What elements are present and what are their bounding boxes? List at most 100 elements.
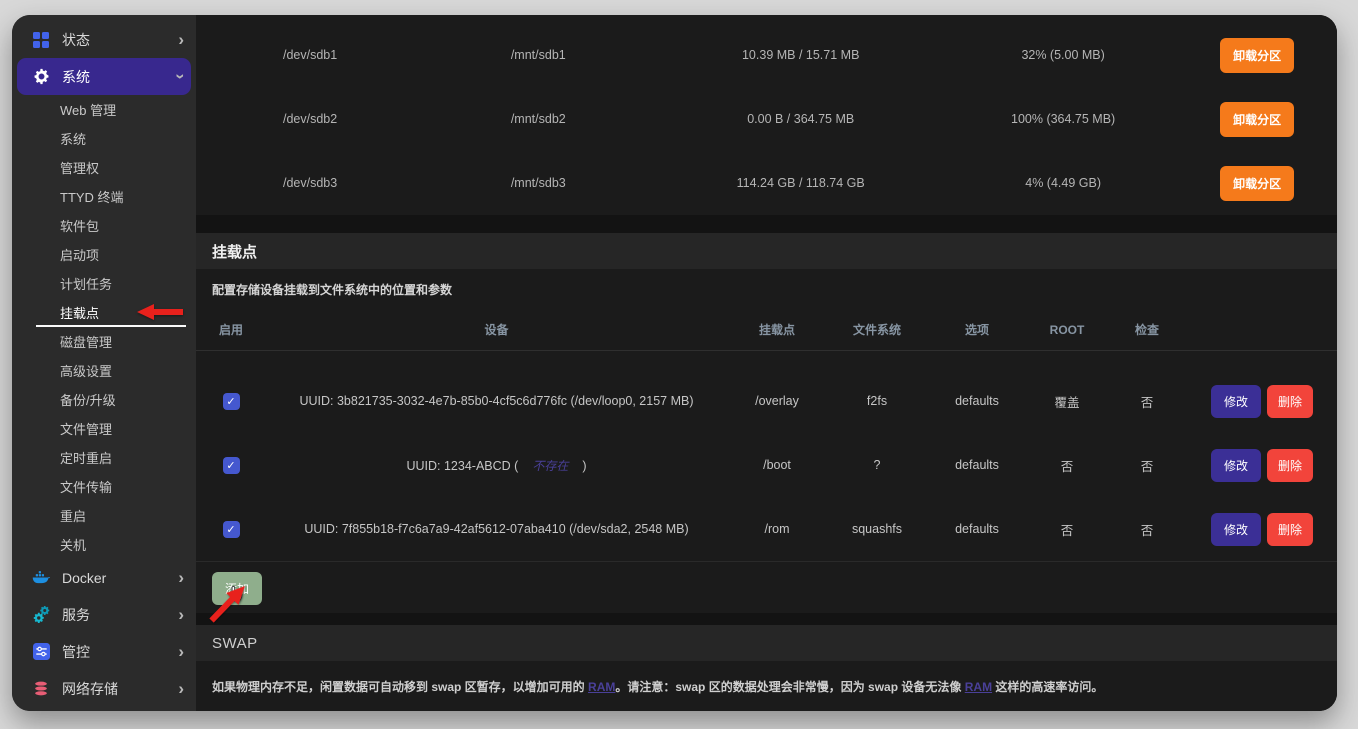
options-cell: defaults xyxy=(927,458,1027,472)
usage-cell: 10.39 MB / 15.71 MB xyxy=(652,48,949,62)
chevron-down-icon: › xyxy=(173,74,190,80)
sidebar-item-scheduled-reboot[interactable]: 定时重启 xyxy=(12,443,196,472)
sidebar-item-system-sub[interactable]: 系统 xyxy=(12,124,196,153)
page-title: 挂载点 xyxy=(212,241,257,262)
unmount-partition-button[interactable]: 卸载分区 xyxy=(1220,38,1294,73)
sidebar-item-label: 系统 xyxy=(62,67,178,87)
sidebar-item-file-manage[interactable]: 文件管理 xyxy=(12,414,196,443)
mount-point-cell: /rom xyxy=(727,522,827,536)
chevron-right-icon: › xyxy=(178,680,184,697)
options-cell: defaults xyxy=(927,522,1027,536)
gear-icon xyxy=(32,68,50,86)
swap-title: SWAP xyxy=(212,635,258,652)
partitions-panel: /dev/sdb1 /mnt/sdb1 10.39 MB / 15.71 MB … xyxy=(196,15,1337,215)
device-cell: UUID: 3b821735-3032-4e7b-85b0-4cf5c6d776… xyxy=(266,394,727,408)
filesystem-cell: f2fs xyxy=(827,394,927,408)
section-footer: 添加 xyxy=(196,561,1337,613)
missing-device-note: 不存在 xyxy=(532,459,568,473)
ram-link[interactable]: RAM xyxy=(588,680,615,694)
chevron-right-icon: › xyxy=(178,31,184,48)
sidebar-item-disk-manage[interactable]: 磁盘管理 xyxy=(12,327,196,356)
free-cell: 4% (4.49 GB) xyxy=(949,176,1177,190)
usage-cell: 0.00 B / 364.75 MB xyxy=(652,112,949,126)
table-row: /dev/sdb1 /mnt/sdb1 10.39 MB / 15.71 MB … xyxy=(196,23,1337,87)
root-cell: 否 xyxy=(1027,520,1107,539)
annotation-arrow-left-icon xyxy=(137,304,183,323)
mount-cell: /mnt/sdb1 xyxy=(424,48,652,62)
check-cell: 否 xyxy=(1107,392,1187,411)
sidebar-item-label: 服务 xyxy=(62,605,178,625)
sidebar-item-control[interactable]: 管控 › xyxy=(12,633,196,670)
sidebar-item-label: 管控 xyxy=(62,642,178,662)
table-row: ✓ UUID: 7f855b18-f7c6a7a9-42af5612-07aba… xyxy=(196,497,1337,561)
main-content: /dev/sdb1 /mnt/sdb1 10.39 MB / 15.71 MB … xyxy=(196,15,1337,711)
root-cell: 否 xyxy=(1027,456,1107,475)
unmount-partition-button[interactable]: 卸载分区 xyxy=(1220,102,1294,137)
sidebar-item-network-storage[interactable]: 网络存储 › xyxy=(12,670,196,707)
edit-button[interactable]: 修改 xyxy=(1211,449,1261,482)
delete-button[interactable]: 删除 xyxy=(1267,513,1313,546)
enable-checkbox[interactable]: ✓ xyxy=(223,393,240,410)
edit-button[interactable]: 修改 xyxy=(1211,513,1261,546)
table-row: ✓ UUID: 3b821735-3032-4e7b-85b0-4cf5c6d7… xyxy=(196,369,1337,433)
device-cell: /dev/sdb3 xyxy=(196,176,424,190)
sidebar-item-packages[interactable]: 软件包 xyxy=(12,211,196,240)
device-cell: /dev/sdb2 xyxy=(196,112,424,126)
chevron-right-icon: › xyxy=(178,643,184,660)
chevron-right-icon: › xyxy=(178,606,184,623)
sidebar-item-file-transfer[interactable]: 文件传输 xyxy=(12,472,196,501)
sidebar-item-mount-points[interactable]: 挂载点 xyxy=(12,298,196,327)
sidebar-item-system[interactable]: 系统 › xyxy=(17,58,191,95)
sliders-icon xyxy=(32,643,50,661)
sidebar-item-services[interactable]: 服务 › xyxy=(12,596,196,633)
device-cell: UUID: 7f855b18-f7c6a7a9-42af5612-07aba41… xyxy=(266,522,727,536)
mount-point-cell: /boot xyxy=(727,458,827,472)
sidebar-item-docker[interactable]: Docker › xyxy=(12,559,196,596)
sidebar-item-cron[interactable]: 计划任务 xyxy=(12,269,196,298)
unmount-partition-button[interactable]: 卸载分区 xyxy=(1220,166,1294,201)
sidebar: 状态 › 系统 › Web 管理 系统 管理权 TTYD 终端 软件包 启动项 … xyxy=(12,15,196,711)
delete-button[interactable]: 删除 xyxy=(1267,449,1313,482)
column-header-device: 设备 xyxy=(266,321,727,338)
sidebar-item-admin-rights[interactable]: 管理权 xyxy=(12,153,196,182)
enable-checkbox[interactable]: ✓ xyxy=(223,521,240,538)
sidebar-item-label: 网络存储 xyxy=(62,679,178,699)
delete-button[interactable]: 删除 xyxy=(1267,385,1313,418)
sidebar-item-reboot[interactable]: 重启 xyxy=(12,501,196,530)
mount-point-cell: /overlay xyxy=(727,394,827,408)
swap-section: SWAP 如果物理内存不足，闲置数据可自动移到 swap 区暂存，以增加可用的 … xyxy=(196,625,1337,711)
enable-checkbox[interactable]: ✓ xyxy=(223,457,240,474)
column-header-enabled: 启用 xyxy=(196,321,266,338)
table-header-row: 启用 设备 挂载点 文件系统 选项 ROOT 检查 xyxy=(196,309,1337,351)
filesystem-cell: ? xyxy=(827,458,927,472)
app-window: 状态 › 系统 › Web 管理 系统 管理权 TTYD 终端 软件包 启动项 … xyxy=(12,15,1337,711)
sidebar-item-status[interactable]: 状态 › xyxy=(12,21,196,58)
swap-description: 如果物理内存不足，闲置数据可自动移到 swap 区暂存，以增加可用的 RAM。请… xyxy=(196,661,1337,696)
gears-icon xyxy=(32,606,50,624)
check-icon: ✓ xyxy=(226,459,235,472)
device-cell: /dev/sdb1 xyxy=(196,48,424,62)
sidebar-item-web-manage[interactable]: Web 管理 xyxy=(12,95,196,124)
section-header: 挂载点 xyxy=(196,233,1337,269)
edit-button[interactable]: 修改 xyxy=(1211,385,1261,418)
device-cell: UUID: 1234-ABCD (不存在) xyxy=(266,457,727,474)
mount-table-body: ✓ UUID: 3b821735-3032-4e7b-85b0-4cf5c6d7… xyxy=(196,351,1337,561)
table-row: ✓ UUID: 1234-ABCD (不存在) /boot ? defaults… xyxy=(196,433,1337,497)
root-cell: 覆盖 xyxy=(1027,392,1107,411)
database-stack-icon xyxy=(32,680,50,698)
check-icon: ✓ xyxy=(226,523,235,536)
free-cell: 100% (364.75 MB) xyxy=(949,112,1177,126)
check-cell: 否 xyxy=(1107,520,1187,539)
ram-link[interactable]: RAM xyxy=(965,680,992,694)
sidebar-item-advanced[interactable]: 高级设置 xyxy=(12,356,196,385)
chevron-right-icon: › xyxy=(178,569,184,586)
table-row: /dev/sdb2 /mnt/sdb2 0.00 B / 364.75 MB 1… xyxy=(196,87,1337,151)
sidebar-item-ttyd[interactable]: TTYD 终端 xyxy=(12,182,196,211)
sidebar-item-backup-upgrade[interactable]: 备份/升级 xyxy=(12,385,196,414)
mount-points-section: 挂载点 配置存储设备挂载到文件系统中的位置和参数 启用 设备 挂载点 文件系统 … xyxy=(196,233,1337,613)
mount-cell: /mnt/sdb2 xyxy=(424,112,652,126)
sidebar-item-label: 状态 xyxy=(62,30,178,50)
table-row: /dev/sdb3 /mnt/sdb3 114.24 GB / 118.74 G… xyxy=(196,151,1337,215)
sidebar-item-shutdown[interactable]: 关机 xyxy=(12,530,196,559)
sidebar-item-startup[interactable]: 启动项 xyxy=(12,240,196,269)
